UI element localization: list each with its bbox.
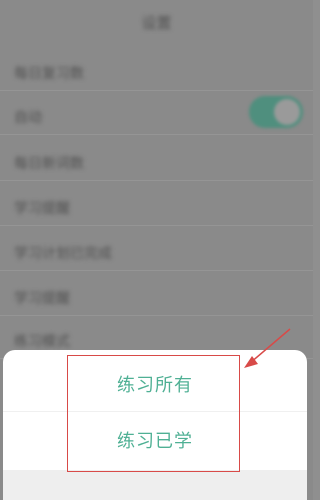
- annotation-arrow-icon: [244, 328, 291, 368]
